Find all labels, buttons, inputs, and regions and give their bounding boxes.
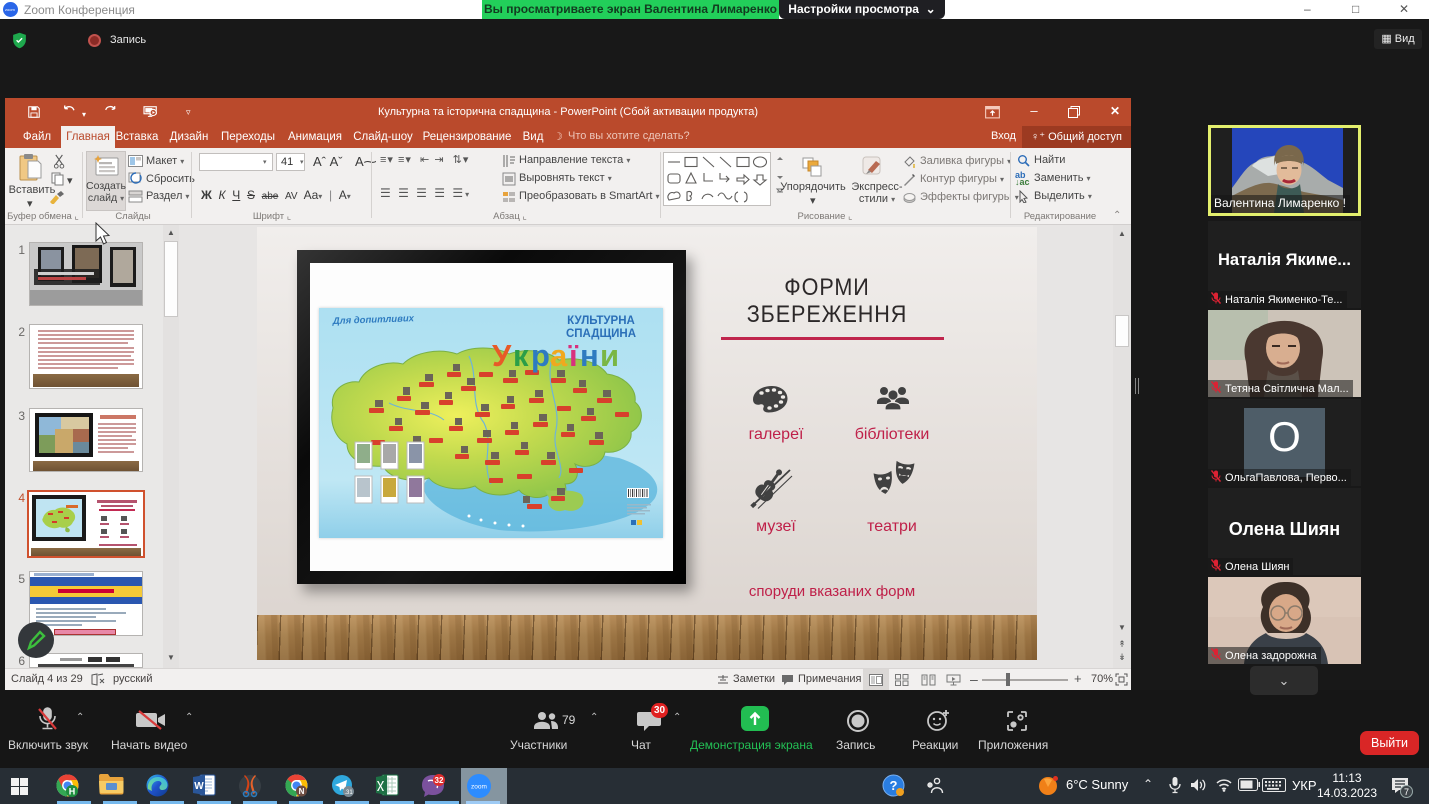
svg-text:ї: ї [568,338,579,373]
svg-text:а: а [550,338,568,373]
svg-text:W: W [194,781,204,792]
svg-text:У: У [492,338,512,373]
svg-text:N: N [299,787,305,796]
svg-text:H: H [69,787,76,797]
svg-text:zoom: zoom [471,784,487,791]
svg-text:КУЛЬТУРНА: КУЛЬТУРНА [567,315,635,327]
svg-text:и: и [600,338,619,373]
svg-text:к: к [513,338,529,373]
svg-text:н: н [580,338,599,373]
svg-text:32: 32 [435,776,444,785]
svg-text:р: р [531,338,550,373]
svg-text:.31: .31 [344,790,353,796]
